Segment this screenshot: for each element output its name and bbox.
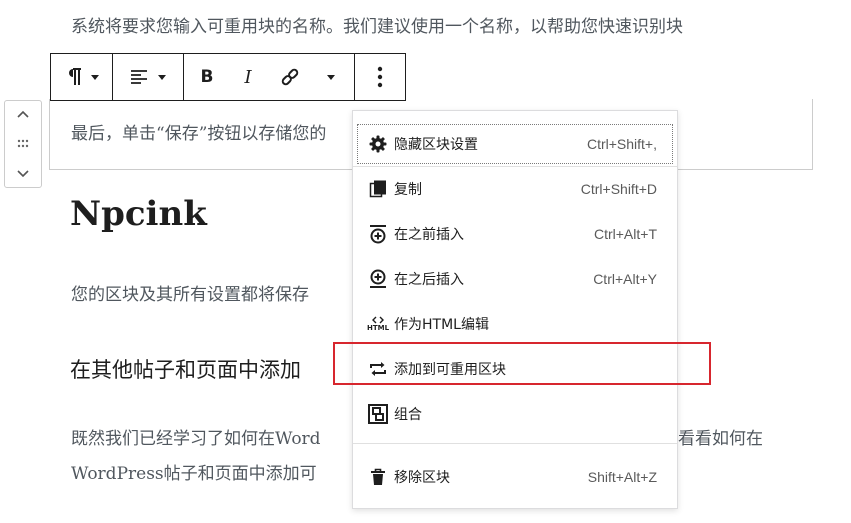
drag-handle-icon [17, 139, 29, 148]
drag-handle[interactable] [5, 130, 41, 158]
chevron-up-icon [17, 110, 29, 118]
menu-item-label: 隐藏区块设置 [394, 137, 478, 153]
more-options-icon [377, 66, 382, 88]
menu-item-label: 移除区块 [394, 470, 450, 486]
paragraph-top: 系统将要求您输入可重用块的名称。我们建议使用一个名称，以帮助您快速识别块 [71, 17, 683, 37]
menu-item-group[interactable]: 组合 [357, 394, 673, 434]
menu-divider [353, 443, 677, 444]
move-down-button[interactable] [5, 159, 41, 187]
align-left-icon [130, 70, 147, 84]
gear-icon [367, 133, 389, 155]
paragraph-lower-1b: 看看如何在 [678, 429, 763, 449]
menu-item-shortcut: Ctrl+Shift+D [580, 181, 657, 197]
menu-item-label: 复制 [394, 182, 422, 198]
caret-icon [157, 74, 166, 80]
block-mover [4, 100, 42, 188]
duplicate-icon [367, 178, 389, 200]
menu-divider [353, 166, 677, 167]
caret-icon [90, 74, 99, 80]
menu-item-shortcut: Ctrl+Alt+T [593, 226, 657, 242]
more-formats-button[interactable] [315, 54, 347, 100]
insert-before-icon [367, 223, 389, 245]
menu-item-label: 在之前插入 [394, 227, 464, 243]
menu-item-shortcut: Ctrl+Alt+Y [593, 271, 657, 287]
menu-item-edit-html[interactable]: HTML 作为HTML编辑 [357, 304, 673, 344]
menu-item-shortcut: Shift+Alt+Z [587, 469, 657, 485]
menu-item-insert-before[interactable]: 在之前插入 Ctrl+Alt+T [357, 214, 673, 254]
menu-item-shortcut: Ctrl+Shift+, [586, 136, 657, 152]
paragraph-switcher-button[interactable] [51, 54, 112, 100]
paragraph-lower-1a: 既然我们已经学习了如何在Word [71, 429, 321, 449]
align-group [112, 54, 184, 100]
link-button[interactable] [274, 54, 306, 100]
html-icon: HTML [367, 313, 389, 335]
menu-item-duplicate[interactable]: 复制 Ctrl+Shift+D [357, 169, 673, 209]
more-options-button[interactable] [354, 54, 405, 100]
trash-icon [367, 466, 389, 488]
chevron-down-icon [17, 170, 29, 178]
menu-item-insert-after[interactable]: 在之后插入 Ctrl+Alt+Y [357, 259, 673, 299]
italic-button[interactable]: I [232, 54, 264, 100]
menu-item-label: 在之后插入 [394, 272, 464, 288]
menu-item-hide-settings[interactable]: 隐藏区块设置 Ctrl+Shift+, [357, 124, 673, 164]
align-button[interactable] [112, 54, 183, 100]
paragraph-lower-2: WordPress帖子和页面中添加可 [71, 464, 317, 484]
html-icon-text: HTML [366, 324, 390, 332]
selected-block-text: 最后，单击“保存”按钮以存储您的 [71, 124, 327, 144]
block-options-menu: 隐藏区块设置 Ctrl+Shift+, 复制 Ctrl+Shift+D 在之前插… [352, 110, 678, 509]
block-type-group [51, 54, 113, 100]
chevron-down-icon [327, 74, 335, 80]
link-icon [281, 68, 299, 86]
heading-section: 在其他帖子和页面中添加 [70, 358, 301, 382]
move-up-button[interactable] [5, 101, 41, 129]
group-icon [367, 403, 389, 425]
menu-item-label: 作为HTML编辑 [394, 317, 489, 333]
menu-item-remove-block[interactable]: 移除区块 Shift+Alt+Z [357, 457, 673, 497]
heading-main: Npcink [70, 194, 207, 234]
bold-button[interactable]: B [191, 54, 223, 100]
menu-item-label: 组合 [394, 407, 422, 423]
annotation-highlight-box [333, 342, 711, 385]
block-toolbar: B I [50, 53, 406, 101]
paragraph-saved: 您的区块及其所有设置都将保存 [71, 285, 309, 305]
insert-after-icon [367, 268, 389, 290]
paragraph-icon [68, 68, 81, 85]
format-group: B I [183, 54, 355, 100]
